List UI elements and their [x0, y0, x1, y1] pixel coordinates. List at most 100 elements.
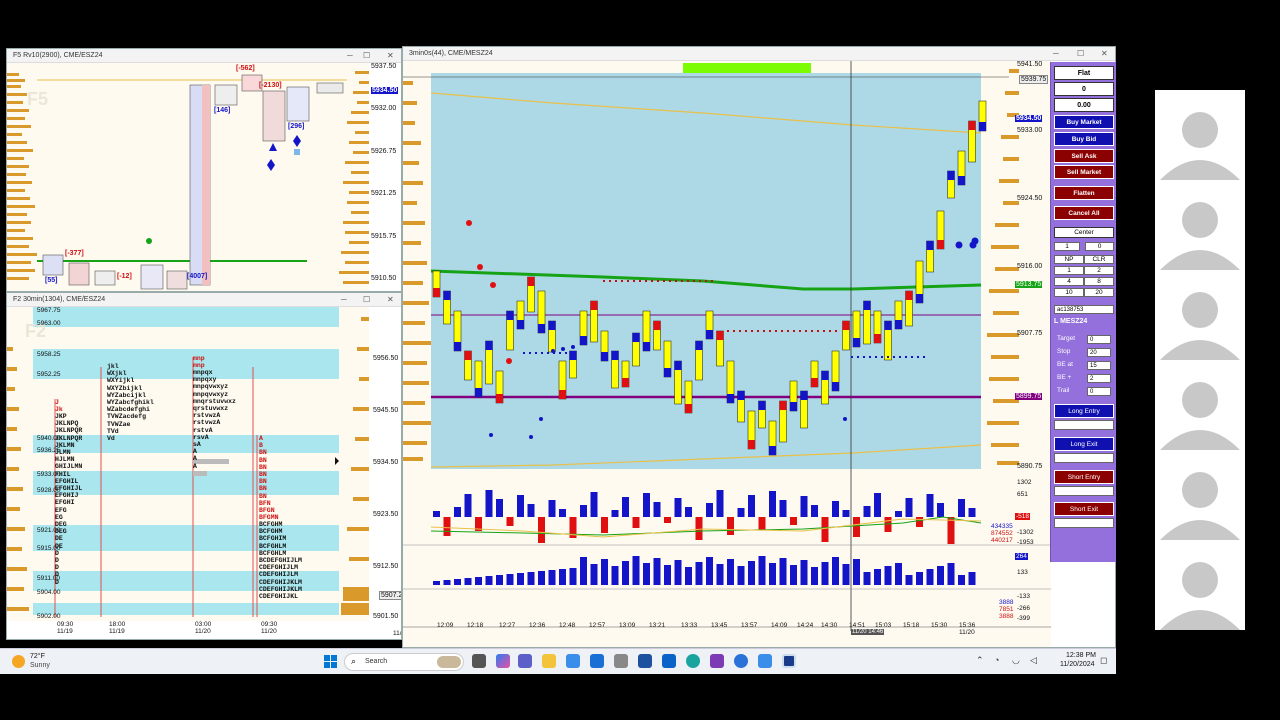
short-entry-button[interactable]: Short Entry — [1054, 470, 1114, 484]
minimize-icon[interactable]: ─ — [341, 293, 347, 307]
main-chart-canvas[interactable] — [403, 61, 1051, 648]
long-entry-button[interactable]: Long Entry — [1054, 404, 1114, 418]
minimize-icon[interactable]: ─ — [347, 49, 353, 63]
outlook-icon[interactable] — [662, 654, 676, 668]
delta-value: 434335 — [991, 523, 1013, 530]
edge-icon[interactable] — [686, 654, 700, 668]
buy-market-button[interactable]: Buy Market — [1054, 115, 1114, 129]
left-top-titlebar[interactable]: F5 Rv10(2900), CME/ESZ24 ─ ☐ ✕ — [7, 49, 401, 63]
volume-bar — [632, 556, 640, 585]
copilot-icon[interactable] — [496, 654, 510, 668]
qty-preset[interactable]: 20 — [1084, 288, 1114, 297]
media-icon[interactable] — [638, 654, 652, 668]
close-icon[interactable]: ✕ — [387, 293, 394, 307]
network-icon[interactable]: ◔ — [994, 655, 999, 665]
participant-gallery — [1155, 90, 1245, 630]
delta-bar — [769, 491, 776, 517]
candle-segment — [937, 240, 944, 249]
footprint-bar-tall — [189, 84, 211, 286]
long-exit-button[interactable]: Long Exit — [1054, 437, 1114, 451]
candle-segment — [790, 402, 797, 411]
volume-value: 7851 — [999, 606, 1014, 613]
volume-bar — [716, 564, 724, 585]
delta-bar — [790, 517, 797, 525]
qty-right-field[interactable]: 0 — [1085, 242, 1114, 251]
left-top-window[interactable]: F5 Rv10(2900), CME/ESZ24 ─ ☐ ✕ F5 [-562]… — [6, 48, 402, 292]
short-exit-select[interactable] — [1054, 518, 1114, 528]
account-select[interactable]: ac138753 — [1054, 305, 1114, 314]
mail-icon[interactable] — [590, 654, 604, 668]
cancel-all-button[interactable]: Cancel All — [1054, 206, 1114, 220]
close-icon[interactable]: ✕ — [1101, 47, 1108, 61]
file-explorer-icon[interactable] — [542, 654, 556, 668]
windows-icon[interactable] — [324, 655, 337, 668]
active-app-icon[interactable] — [782, 654, 796, 668]
candle-segment — [590, 301, 598, 310]
clock-date[interactable]: 11/20/2024 — [1060, 661, 1095, 668]
long-entry-select[interactable] — [1054, 420, 1114, 430]
time-label: 18:00 — [109, 621, 126, 628]
strategy-symbol-label: L MESZ24 — [1054, 318, 1088, 325]
settings-icon[interactable] — [614, 654, 628, 668]
short-entry-select[interactable] — [1054, 486, 1114, 496]
task-view-icon[interactable] — [472, 654, 486, 668]
delta-bar — [958, 499, 965, 517]
clock-time[interactable]: 12:38 PM — [1066, 652, 1096, 659]
market-profile-chart[interactable]: F2 5967.75 5963.00 5958.25 5952.25 5940.… — [7, 307, 369, 621]
vpn-icon[interactable] — [734, 654, 748, 668]
qty-input[interactable]: 1 — [1054, 242, 1080, 251]
delta-bar — [622, 497, 629, 517]
notification-bell-icon[interactable]: ◻ — [1100, 655, 1107, 666]
weather-widget[interactable]: 72°F Sunny — [10, 652, 70, 672]
target-input[interactable]: 0 — [1087, 335, 1111, 344]
qty-preset[interactable]: 10 — [1054, 288, 1084, 297]
qty-preset-clr[interactable]: CLR — [1084, 255, 1114, 264]
store-icon[interactable] — [566, 654, 580, 668]
minimize-icon[interactable]: ─ — [1053, 47, 1059, 61]
qty-preset-np[interactable]: NP — [1054, 255, 1084, 264]
center-button[interactable]: Center — [1054, 227, 1114, 238]
delta-bar — [443, 517, 451, 536]
candle-segment — [464, 351, 472, 360]
short-exit-button[interactable]: Short Exit — [1054, 502, 1114, 516]
qty-preset[interactable]: 2 — [1084, 266, 1114, 275]
search-box[interactable]: ⌕ Search — [344, 653, 464, 671]
close-icon[interactable]: ✕ — [387, 49, 394, 63]
be-plus-input[interactable]: 2 — [1087, 374, 1111, 383]
stop-input[interactable]: 20 — [1087, 348, 1111, 357]
main-chart-window[interactable]: 3min0s(44), CME/MESZ24 ─ ☐ ✕ 5941.50 593… — [402, 46, 1116, 648]
snipping-icon[interactable] — [758, 654, 772, 668]
qty-preset[interactable]: 8 — [1084, 277, 1114, 286]
visual-studio-icon[interactable] — [710, 654, 724, 668]
delta-value: 440217 — [991, 537, 1013, 544]
left-bottom-window[interactable]: F2 30min(1304), CME/ESZ24 ─ ☐ ✕ F2 5967.… — [6, 292, 402, 640]
volume-icon[interactable]: ◁ — [1030, 655, 1037, 666]
main-titlebar[interactable]: 3min0s(44), CME/MESZ24 ─ ☐ ✕ — [403, 47, 1115, 61]
sell-ask-button[interactable]: Sell Ask — [1054, 149, 1114, 163]
candle-segment — [905, 291, 913, 300]
qty-preset[interactable]: 1 — [1054, 266, 1084, 275]
candle-segment — [947, 171, 955, 180]
sell-market-button[interactable]: Sell Market — [1054, 165, 1114, 179]
long-exit-select[interactable] — [1054, 453, 1114, 463]
left-top-chart[interactable]: F5 [-562] [-2130] [-377] [-12] [146] [29… — [7, 63, 369, 291]
price-label: 5907.75 — [1017, 330, 1043, 337]
chevron-up-icon[interactable]: ⌃ — [976, 655, 984, 666]
time-label: 14:24 — [797, 622, 814, 629]
maximize-icon[interactable]: ☐ — [363, 49, 370, 63]
buy-bid-button[interactable]: Buy Bid — [1054, 132, 1114, 146]
wifi-icon[interactable]: ◡ — [1012, 655, 1020, 666]
candle-segment — [506, 311, 514, 320]
be-at-input[interactable]: 15 — [1087, 361, 1111, 370]
teams-icon[interactable] — [518, 654, 532, 668]
left-bottom-titlebar[interactable]: F2 30min(1304), CME/ESZ24 ─ ☐ ✕ — [7, 293, 401, 307]
maximize-icon[interactable]: ☐ — [363, 293, 370, 307]
candle-segment — [664, 368, 671, 377]
flatten-button[interactable]: Flatten — [1054, 186, 1114, 200]
volume-bar — [601, 559, 608, 585]
weather-temp: 72°F — [30, 653, 45, 660]
trail-input[interactable]: 0 — [1087, 387, 1111, 396]
maximize-icon[interactable]: ☐ — [1077, 47, 1084, 61]
qty-preset[interactable]: 4 — [1054, 277, 1084, 286]
search-icon: ⌕ — [351, 656, 357, 666]
